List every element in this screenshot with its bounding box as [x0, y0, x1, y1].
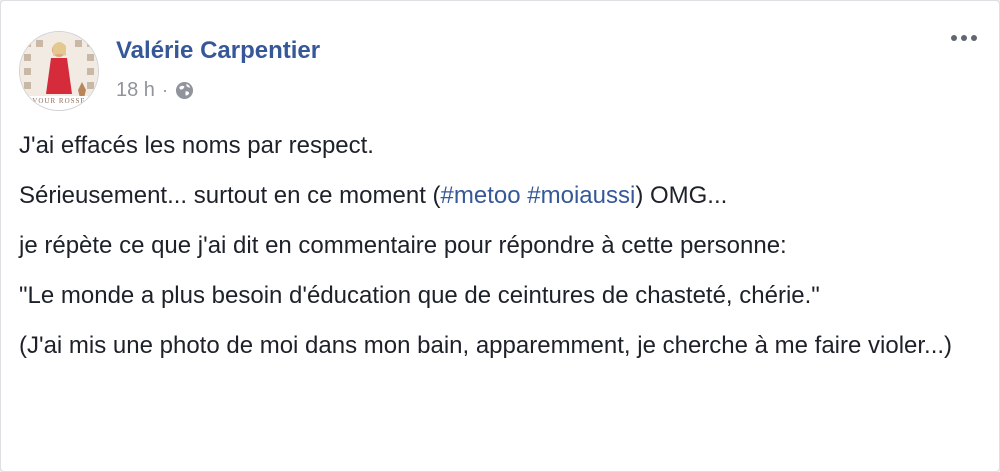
more-dot-icon: [951, 35, 957, 41]
avatar-caption: VOUR ROSSE: [32, 97, 86, 105]
text-segment: Sérieusement... surtout en ce moment (: [19, 182, 441, 209]
paragraph: Sérieusement... surtout en ce moment (#m…: [19, 179, 969, 212]
paragraph: "Le monde a plus besoin d'éducation que …: [19, 282, 820, 309]
hashtag-link[interactable]: #metoo: [441, 182, 521, 209]
author-name[interactable]: Valérie Carpentier: [116, 37, 320, 65]
more-options-button[interactable]: [951, 35, 977, 41]
text-segment: ) OMG...: [635, 182, 728, 209]
paragraph: je répète ce que j'ai dit en commentaire…: [19, 232, 787, 259]
globe-icon[interactable]: [175, 81, 194, 100]
paragraph: J'ai effacés les noms par respect.: [19, 132, 374, 159]
timestamp[interactable]: 18 h: [116, 79, 155, 102]
hashtag-link[interactable]: #moiaussi: [527, 182, 635, 209]
separator-dot: ·: [161, 80, 168, 100]
more-dot-icon: [971, 35, 977, 41]
more-dot-icon: [961, 35, 967, 41]
post-text: J'ai effacés les noms par respect. Série…: [19, 129, 969, 379]
avatar[interactable]: VOUR ROSSE: [19, 31, 99, 111]
paragraph: (J'ai mis une photo de moi dans mon bain…: [19, 332, 953, 359]
facebook-post: VOUR ROSSE Valérie Carpentier 18 h · J'a…: [0, 0, 1000, 472]
post-meta: 18 h ·: [116, 79, 194, 102]
